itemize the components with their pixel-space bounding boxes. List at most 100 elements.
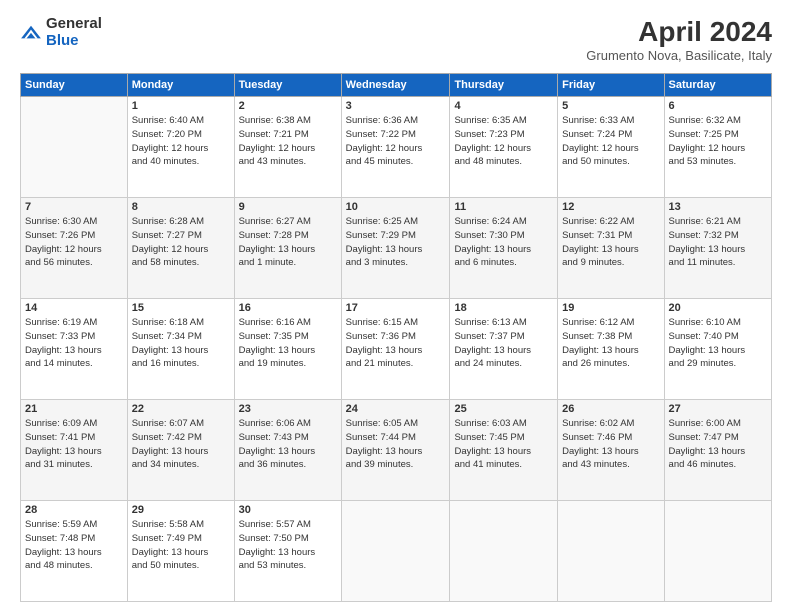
logo-icon [20, 23, 42, 45]
calendar-cell: 19 Sunrise: 6:12 AM Sunset: 7:38 PM Dayli… [558, 299, 664, 400]
calendar-cell: 17 Sunrise: 6:15 AM Sunset: 7:36 PM Dayli… [341, 299, 450, 400]
day-info: Sunrise: 6:22 AM Sunset: 7:31 PM Dayligh… [562, 215, 659, 270]
day-number: 26 [562, 403, 659, 415]
header-tuesday: Tuesday [234, 74, 341, 97]
logo-general-text: General [46, 16, 102, 33]
header-saturday: Saturday [664, 74, 771, 97]
day-info: Sunrise: 6:32 AM Sunset: 7:25 PM Dayligh… [669, 114, 767, 169]
calendar-cell: 23 Sunrise: 6:06 AM Sunset: 7:43 PM Dayli… [234, 400, 341, 501]
calendar-cell [21, 97, 128, 198]
day-info: Sunrise: 6:27 AM Sunset: 7:28 PM Dayligh… [239, 215, 337, 270]
day-info: Sunrise: 6:07 AM Sunset: 7:42 PM Dayligh… [132, 417, 230, 472]
day-number: 9 [239, 201, 337, 213]
day-number: 30 [239, 504, 337, 516]
day-number: 28 [25, 504, 123, 516]
day-number: 2 [239, 100, 337, 112]
calendar-cell: 25 Sunrise: 6:03 AM Sunset: 7:45 PM Dayli… [450, 400, 558, 501]
day-number: 1 [132, 100, 230, 112]
calendar-cell: 6 Sunrise: 6:32 AM Sunset: 7:25 PM Daylig… [664, 97, 771, 198]
day-info: Sunrise: 6:24 AM Sunset: 7:30 PM Dayligh… [454, 215, 553, 270]
calendar-cell [450, 501, 558, 602]
calendar-cell [341, 501, 450, 602]
calendar-cell: 22 Sunrise: 6:07 AM Sunset: 7:42 PM Dayli… [127, 400, 234, 501]
day-number: 24 [346, 403, 446, 415]
day-info: Sunrise: 6:25 AM Sunset: 7:29 PM Dayligh… [346, 215, 446, 270]
calendar-cell: 11 Sunrise: 6:24 AM Sunset: 7:30 PM Dayli… [450, 198, 558, 299]
day-info: Sunrise: 6:21 AM Sunset: 7:32 PM Dayligh… [669, 215, 767, 270]
day-number: 14 [25, 302, 123, 314]
day-number: 12 [562, 201, 659, 213]
day-number: 8 [132, 201, 230, 213]
calendar-cell: 24 Sunrise: 6:05 AM Sunset: 7:44 PM Dayli… [341, 400, 450, 501]
logo: General Blue [20, 16, 102, 49]
calendar-cell: 4 Sunrise: 6:35 AM Sunset: 7:23 PM Daylig… [450, 97, 558, 198]
header-friday: Friday [558, 74, 664, 97]
calendar-cell: 14 Sunrise: 6:19 AM Sunset: 7:33 PM Dayli… [21, 299, 128, 400]
calendar-cell: 9 Sunrise: 6:27 AM Sunset: 7:28 PM Daylig… [234, 198, 341, 299]
calendar-cell: 3Sunrise: 6:36 AM Sunset: 7:22 PM Daylig… [341, 97, 450, 198]
calendar-cell: 30 Sunrise: 5:57 AM Sunset: 7:50 PM Dayli… [234, 501, 341, 602]
calendar-cell: 15 Sunrise: 6:18 AM Sunset: 7:34 PM Dayli… [127, 299, 234, 400]
day-number: 29 [132, 504, 230, 516]
day-info: Sunrise: 6:28 AM Sunset: 7:27 PM Dayligh… [132, 215, 230, 270]
day-info: Sunrise: 5:59 AM Sunset: 7:48 PM Dayligh… [25, 518, 123, 573]
day-number: 7 [25, 201, 123, 213]
day-number: 17 [346, 302, 446, 314]
day-number: 6 [669, 100, 767, 112]
calendar-cell: 1 Sunrise: 6:40 AM Sunset: 7:20 PM Daylig… [127, 97, 234, 198]
day-number: 13 [669, 201, 767, 213]
day-info: Sunrise: 6:10 AM Sunset: 7:40 PM Dayligh… [669, 316, 767, 371]
calendar-cell: 21 Sunrise: 6:09 AM Sunset: 7:41 PM Dayli… [21, 400, 128, 501]
day-info: Sunrise: 6:40 AM Sunset: 7:20 PM Dayligh… [132, 114, 230, 169]
day-number: 20 [669, 302, 767, 314]
day-number: 5 [562, 100, 659, 112]
day-info: Sunrise: 6:18 AM Sunset: 7:34 PM Dayligh… [132, 316, 230, 371]
day-info: Sunrise: 6:06 AM Sunset: 7:43 PM Dayligh… [239, 417, 337, 472]
calendar-cell [558, 501, 664, 602]
day-info: Sunrise: 6:38 AM Sunset: 7:21 PM Dayligh… [239, 114, 337, 169]
day-number: 10 [346, 201, 446, 213]
day-number: 25 [454, 403, 553, 415]
calendar-cell: 7 Sunrise: 6:30 AM Sunset: 7:26 PM Daylig… [21, 198, 128, 299]
calendar-table: SundayMondayTuesdayWednesdayThursdayFrid… [20, 73, 772, 602]
day-number: 19 [562, 302, 659, 314]
title-block: April 2024 Grumento Nova, Basilicate, It… [586, 16, 772, 63]
day-info: Sunrise: 5:58 AM Sunset: 7:49 PM Dayligh… [132, 518, 230, 573]
day-info: Sunrise: 6:33 AM Sunset: 7:24 PM Dayligh… [562, 114, 659, 169]
day-info: Sunrise: 6:16 AM Sunset: 7:35 PM Dayligh… [239, 316, 337, 371]
calendar-cell: 8 Sunrise: 6:28 AM Sunset: 7:27 PM Daylig… [127, 198, 234, 299]
day-number: 18 [454, 302, 553, 314]
day-info: Sunrise: 6:00 AM Sunset: 7:47 PM Dayligh… [669, 417, 767, 472]
day-info: Sunrise: 6:35 AM Sunset: 7:23 PM Dayligh… [454, 114, 553, 169]
day-info: Sunrise: 6:30 AM Sunset: 7:26 PM Dayligh… [25, 215, 123, 270]
day-number: 15 [132, 302, 230, 314]
month-year-title: April 2024 [586, 16, 772, 48]
calendar-cell: 13 Sunrise: 6:21 AM Sunset: 7:32 PM Dayli… [664, 198, 771, 299]
day-number: 4 [454, 100, 553, 112]
calendar-cell: 18 Sunrise: 6:13 AM Sunset: 7:37 PM Dayli… [450, 299, 558, 400]
calendar-cell: 27Sunrise: 6:00 AM Sunset: 7:47 PM Dayli… [664, 400, 771, 501]
calendar-cell: 5 Sunrise: 6:33 AM Sunset: 7:24 PM Daylig… [558, 97, 664, 198]
day-number: 22 [132, 403, 230, 415]
day-info: Sunrise: 6:09 AM Sunset: 7:41 PM Dayligh… [25, 417, 123, 472]
day-info: Sunrise: 6:03 AM Sunset: 7:45 PM Dayligh… [454, 417, 553, 472]
day-info: Sunrise: 6:19 AM Sunset: 7:33 PM Dayligh… [25, 316, 123, 371]
calendar-cell: 2 Sunrise: 6:38 AM Sunset: 7:21 PM Daylig… [234, 97, 341, 198]
header-thursday: Thursday [450, 74, 558, 97]
header-sunday: Sunday [21, 74, 128, 97]
day-info: Sunrise: 6:05 AM Sunset: 7:44 PM Dayligh… [346, 417, 446, 472]
day-info: Sunrise: 5:57 AM Sunset: 7:50 PM Dayligh… [239, 518, 337, 573]
day-number: 16 [239, 302, 337, 314]
day-info: Sunrise: 6:36 AM Sunset: 7:22 PM Dayligh… [346, 114, 446, 169]
day-info: Sunrise: 6:12 AM Sunset: 7:38 PM Dayligh… [562, 316, 659, 371]
calendar-cell: 26 Sunrise: 6:02 AM Sunset: 7:46 PM Dayli… [558, 400, 664, 501]
day-info: Sunrise: 6:02 AM Sunset: 7:46 PM Dayligh… [562, 417, 659, 472]
day-number: 21 [25, 403, 123, 415]
calendar-cell: 28 Sunrise: 5:59 AM Sunset: 7:48 PM Dayli… [21, 501, 128, 602]
header-wednesday: Wednesday [341, 74, 450, 97]
day-info: Sunrise: 6:15 AM Sunset: 7:36 PM Dayligh… [346, 316, 446, 371]
day-number: 23 [239, 403, 337, 415]
day-number: 11 [454, 201, 553, 213]
day-info: Sunrise: 6:13 AM Sunset: 7:37 PM Dayligh… [454, 316, 553, 371]
calendar-cell: 10 Sunrise: 6:25 AM Sunset: 7:29 PM Dayli… [341, 198, 450, 299]
